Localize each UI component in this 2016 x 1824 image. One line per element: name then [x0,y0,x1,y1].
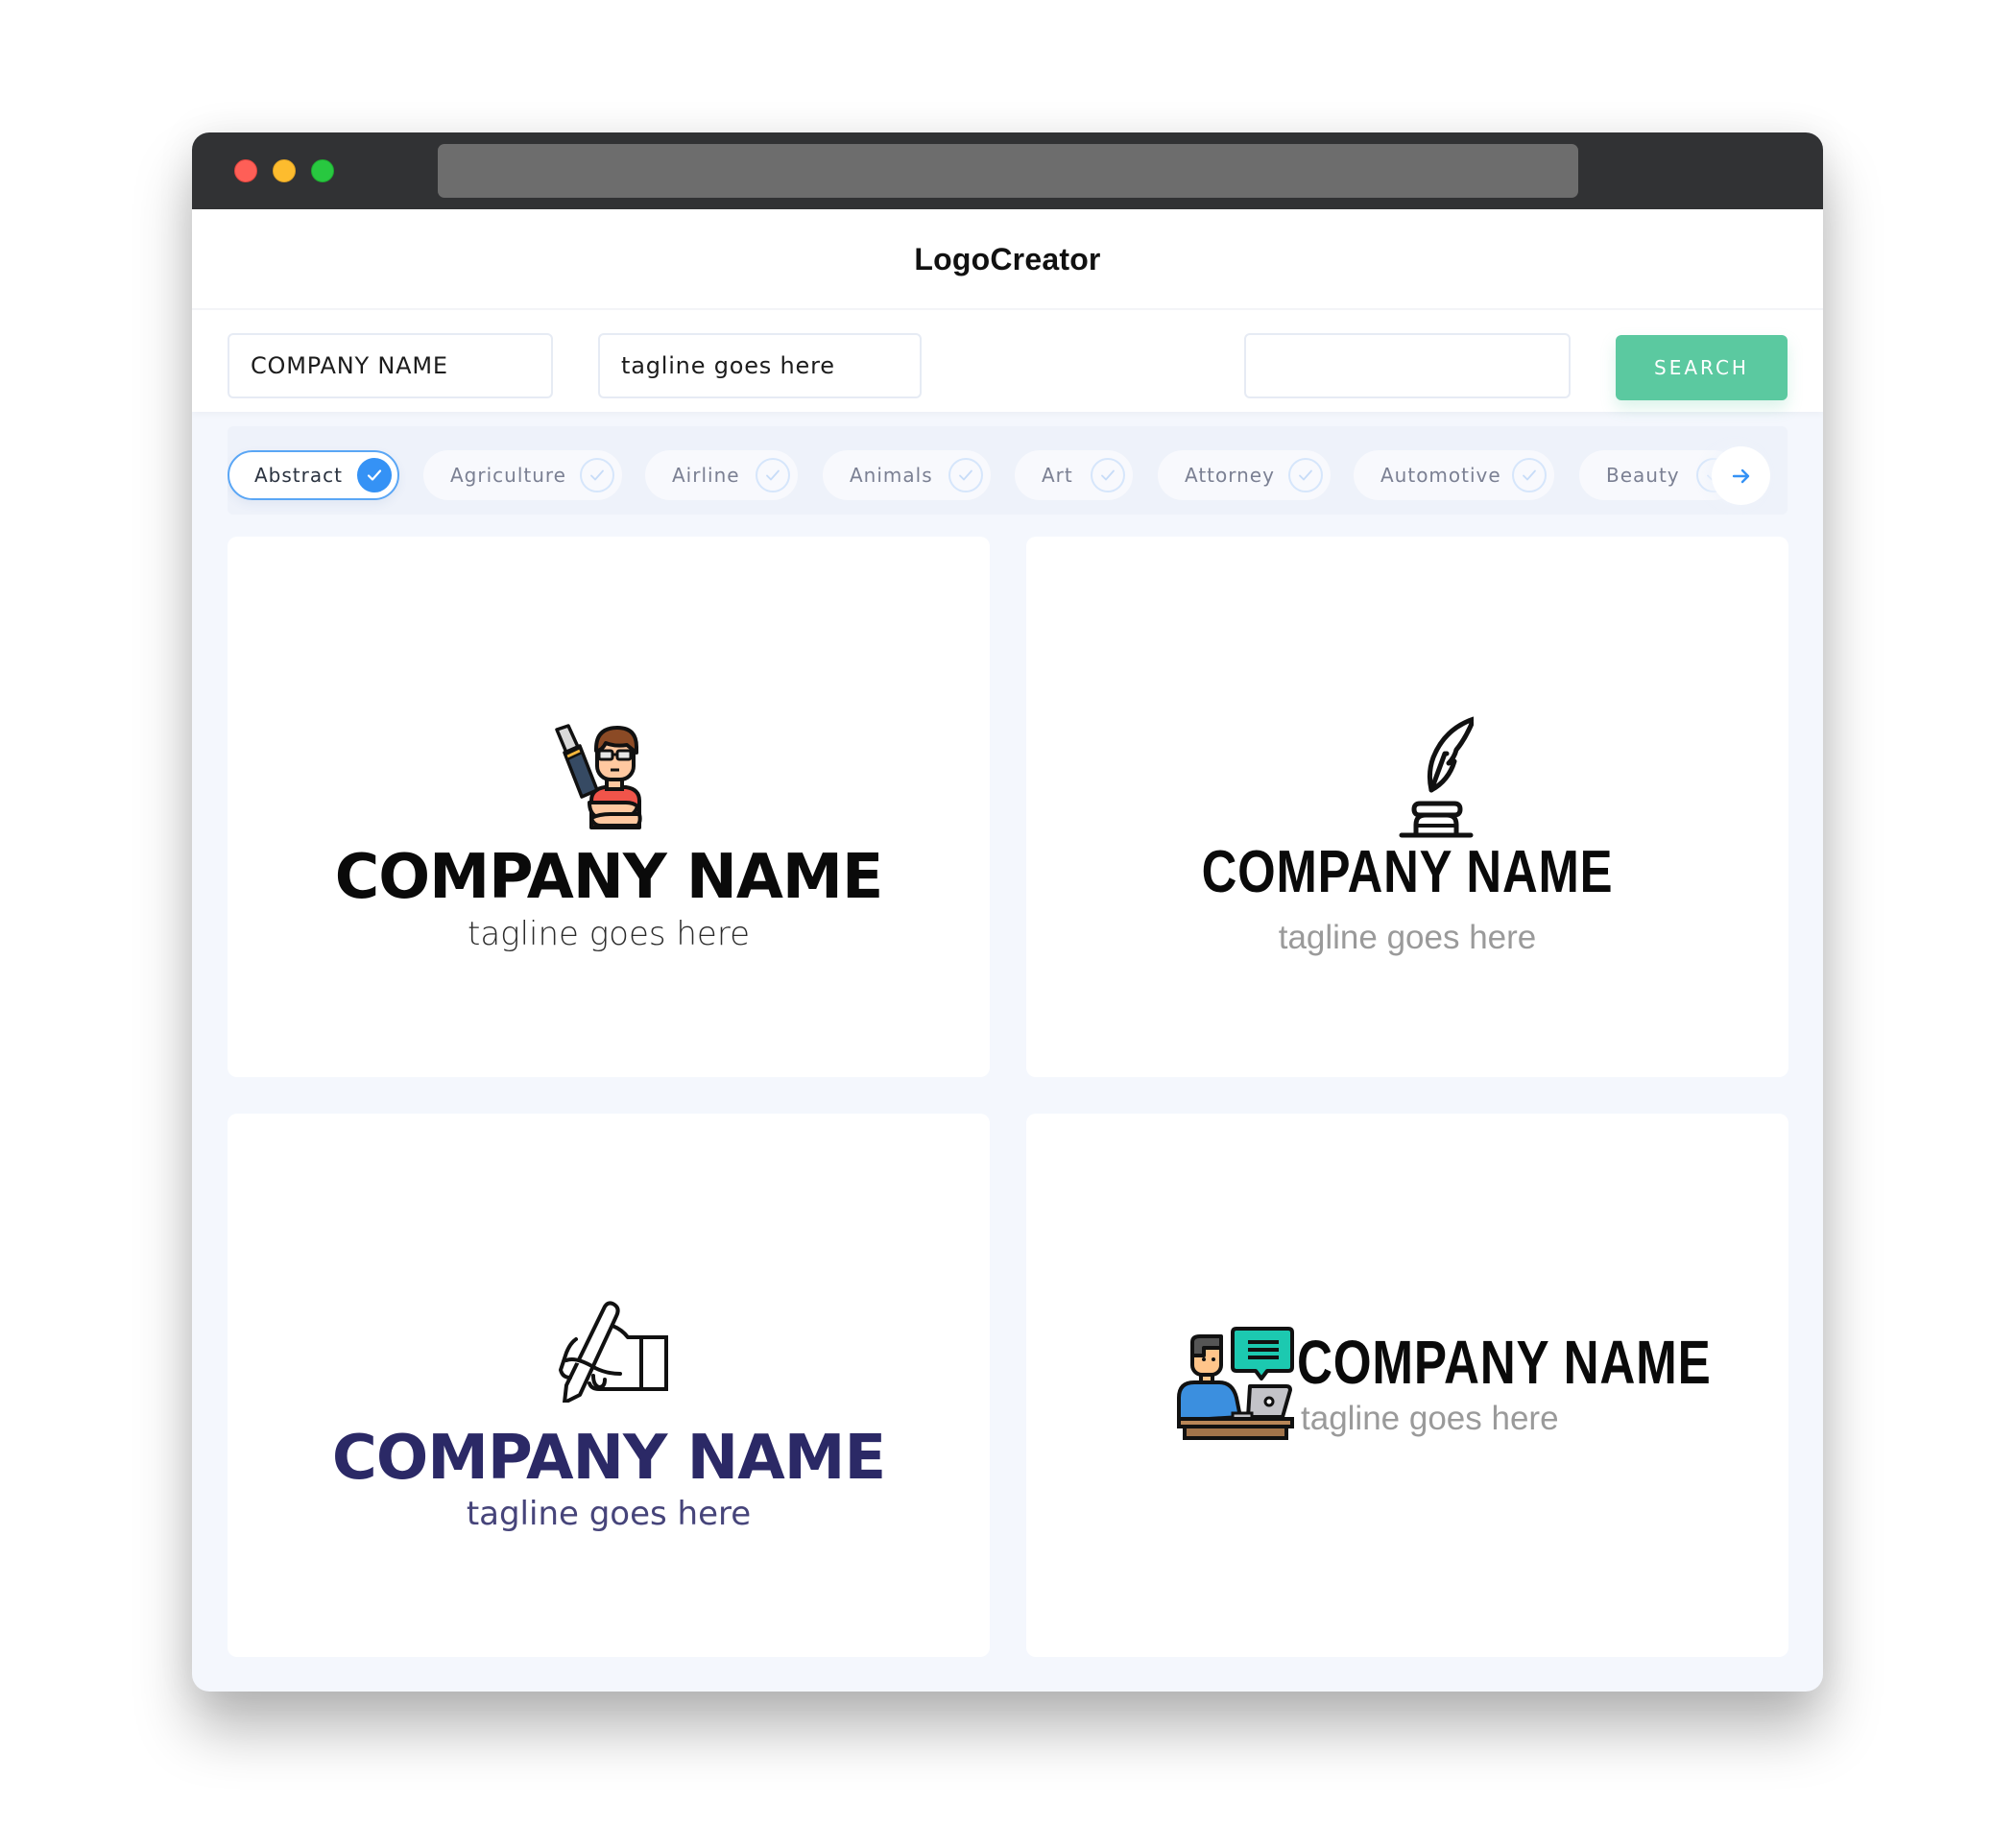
category-chip-airline[interactable]: Airline [645,450,798,500]
check-icon [357,458,392,492]
check-icon [580,458,614,492]
minimize-window-button[interactable] [273,159,296,182]
address-bar[interactable] [438,144,1578,198]
category-label: Agriculture [450,464,566,487]
check-icon [1288,458,1323,492]
category-filter-bar: Abstract Agriculture Airline Animals Art [228,426,1788,515]
next-categories-button[interactable] [1712,446,1770,505]
browser-window: LogoCreator SEARCH Abstract Agriculture … [192,132,1823,1692]
company-name-input[interactable] [228,333,553,398]
category-chip-automotive[interactable]: Automotive [1354,450,1554,500]
category-chip-agriculture[interactable]: Agriculture [423,450,622,500]
check-icon [1512,458,1547,492]
company-name: COMPANY NAME [331,1423,886,1494]
hand-writing-pen-icon [559,1301,668,1403]
logo-card[interactable]: COMPANY NAME tagline goes here [1026,1114,1788,1657]
category-label: Art [1042,464,1073,487]
check-icon [1091,458,1125,492]
company-name: COMPANY NAME [1297,1328,1712,1397]
tagline-input[interactable] [598,333,922,398]
category-label: Animals [850,464,933,487]
tagline: tagline goes here [1301,1400,1559,1437]
maximize-window-button[interactable] [311,159,334,182]
arrow-right-icon [1732,468,1749,483]
category-label: Beauty [1606,464,1680,487]
category-chip-art[interactable]: Art [1015,450,1133,500]
search-button[interactable]: SEARCH [1616,335,1788,400]
person-at-laptop-chat-icon [1177,1327,1294,1440]
app-title: LogoCreator [914,242,1101,276]
logo-card[interactable]: COMPANY NAME tagline goes here [1026,537,1788,1077]
category-label: Attorney [1185,464,1275,487]
category-label: Automotive [1380,464,1501,487]
tagline: tagline goes here [466,1495,752,1533]
category-chip-abstract[interactable]: Abstract [228,450,399,500]
search-input[interactable] [1244,333,1571,398]
company-name: COMPANY NAME [1201,839,1614,905]
tagline: tagline goes here [468,915,750,953]
title-bar [192,132,1823,209]
category-label: Abstract [254,464,343,487]
tagline: tagline goes here [1278,919,1537,956]
writer-with-fountain-pen-icon [555,724,642,829]
logo-card[interactable]: COMPANY NAME tagline goes here [228,537,990,1077]
check-icon [756,458,790,492]
app-header: LogoCreator [192,209,1823,308]
search-toolbar: SEARCH [192,308,1823,412]
company-name: COMPANY NAME [334,842,884,913]
category-label: Airline [672,464,740,487]
category-chip-animals[interactable]: Animals [823,450,991,500]
close-window-button[interactable] [234,159,257,182]
category-chip-attorney[interactable]: Attorney [1158,450,1331,500]
check-icon [948,458,983,492]
quill-inkwell-icon [1399,716,1474,838]
logo-card[interactable]: COMPANY NAME tagline goes here [228,1114,990,1657]
